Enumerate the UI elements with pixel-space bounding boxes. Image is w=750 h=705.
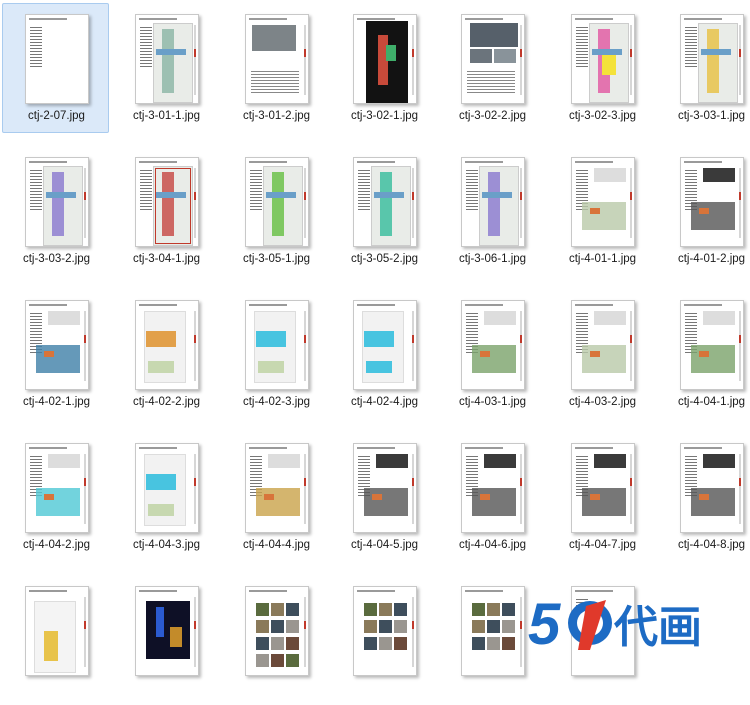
file-thumbnail[interactable]: [353, 14, 417, 104]
file-thumbnail[interactable]: [461, 157, 525, 247]
file-tile[interactable]: ctj-3-02-2.jpg: [438, 3, 545, 133]
watermark-logo: 5 代画: [528, 588, 718, 658]
file-name-label[interactable]: ctj-4-01-2.jpg: [658, 253, 750, 265]
file-tile[interactable]: ctj-3-04-1.jpg: [112, 146, 219, 276]
file-tile[interactable]: ctj-4-02-1.jpg: [2, 289, 109, 419]
file-tile[interactable]: ctj-4-04-4.jpg: [222, 432, 329, 562]
file-tile[interactable]: ctj-4-02-3.jpg: [222, 289, 329, 419]
file-name-label[interactable]: ctj-4-02-2.jpg: [113, 396, 220, 408]
file-name-label[interactable]: ctj-3-06-1.jpg: [439, 253, 546, 265]
file-thumbnail[interactable]: [571, 157, 635, 247]
file-name-label[interactable]: ctj-3-02-1.jpg: [331, 110, 438, 122]
file-tile[interactable]: ctj-4-03-2.jpg: [548, 289, 655, 419]
file-thumbnail[interactable]: [571, 443, 635, 533]
file-name-label[interactable]: ctj-4-01-1.jpg: [549, 253, 656, 265]
file-tile[interactable]: [222, 575, 329, 705]
file-thumbnail[interactable]: [25, 443, 89, 533]
file-thumbnail[interactable]: [680, 443, 744, 533]
file-name-label[interactable]: ctj-4-04-4.jpg: [223, 539, 330, 551]
file-name-label[interactable]: ctj-3-02-2.jpg: [439, 110, 546, 122]
file-tile[interactable]: ctj-4-04-8.jpg: [657, 432, 750, 562]
file-name-label[interactable]: ctj-4-04-5.jpg: [331, 539, 438, 551]
file-thumbnail[interactable]: [353, 586, 417, 676]
file-tile[interactable]: ctj-3-05-1.jpg: [222, 146, 329, 276]
file-tile[interactable]: ctj-3-05-2.jpg: [330, 146, 437, 276]
file-tile[interactable]: ctj-3-03-1.jpg: [657, 3, 750, 133]
file-name-label[interactable]: ctj-3-01-1.jpg: [113, 110, 220, 122]
file-thumbnail[interactable]: [25, 157, 89, 247]
file-name-label[interactable]: ctj-3-02-3.jpg: [549, 110, 656, 122]
file-name-label[interactable]: ctj-4-03-2.jpg: [549, 396, 656, 408]
file-thumbnail[interactable]: [461, 14, 525, 104]
file-tile[interactable]: [330, 575, 437, 705]
file-thumbnail[interactable]: [135, 14, 199, 104]
file-thumbnail[interactable]: [461, 443, 525, 533]
file-thumbnail[interactable]: [680, 157, 744, 247]
file-thumbnail[interactable]: [135, 443, 199, 533]
file-thumbnail[interactable]: [353, 443, 417, 533]
file-thumbnail[interactable]: [353, 300, 417, 390]
file-thumbnail[interactable]: [135, 300, 199, 390]
file-thumbnail[interactable]: [571, 300, 635, 390]
file-tile[interactable]: ctj-4-04-1.jpg: [657, 289, 750, 419]
file-name-label[interactable]: ctj-4-04-7.jpg: [549, 539, 656, 551]
file-name-label[interactable]: ctj-4-04-2.jpg: [3, 539, 110, 551]
file-thumbnail[interactable]: [680, 300, 744, 390]
file-name-label[interactable]: ctj-4-02-1.jpg: [3, 396, 110, 408]
file-tile[interactable]: ctj-3-02-3.jpg: [548, 3, 655, 133]
file-name-label[interactable]: ctj-3-04-1.jpg: [113, 253, 220, 265]
file-thumbnail[interactable]: [245, 300, 309, 390]
file-tile[interactable]: [112, 575, 219, 705]
file-tile[interactable]: ctj-3-03-2.jpg: [2, 146, 109, 276]
file-name-label[interactable]: ctj-4-02-4.jpg: [331, 396, 438, 408]
file-thumbnail[interactable]: [135, 586, 199, 676]
file-thumbnail[interactable]: [135, 157, 199, 247]
file-name-label[interactable]: ctj-3-05-1.jpg: [223, 253, 330, 265]
file-thumbnail[interactable]: [245, 14, 309, 104]
file-thumbnail[interactable]: [25, 14, 89, 104]
file-name-label[interactable]: ctj-3-03-2.jpg: [3, 253, 110, 265]
file-name-label[interactable]: ctj-4-04-6.jpg: [439, 539, 546, 551]
file-name-label[interactable]: ctj-4-03-1.jpg: [439, 396, 546, 408]
file-tile[interactable]: ctj-4-04-3.jpg: [112, 432, 219, 562]
file-thumbnail[interactable]: [461, 300, 525, 390]
file-name-label[interactable]: ctj-2-07.jpg: [3, 110, 110, 122]
file-thumbnail[interactable]: [461, 586, 525, 676]
file-tile[interactable]: ctj-3-06-1.jpg: [438, 146, 545, 276]
file-tile[interactable]: ctj-3-02-1.jpg: [330, 3, 437, 133]
file-tile[interactable]: ctj-4-04-7.jpg: [548, 432, 655, 562]
file-thumbnail[interactable]: [245, 586, 309, 676]
file-thumbnail[interactable]: [353, 157, 417, 247]
file-name-label[interactable]: ctj-3-05-2.jpg: [331, 253, 438, 265]
file-tile[interactable]: ctj-4-04-2.jpg: [2, 432, 109, 562]
file-tile[interactable]: ctj-4-01-1.jpg: [548, 146, 655, 276]
file-tile[interactable]: ctj-3-01-1.jpg: [112, 3, 219, 133]
file-tile[interactable]: ctj-4-04-6.jpg: [438, 432, 545, 562]
file-grid: ctj-2-07.jpg ctj-3-01-1.jpg ctj-3-01-2.jpg…: [0, 0, 750, 681]
file-tile[interactable]: ctj-4-02-2.jpg: [112, 289, 219, 419]
file-tile[interactable]: ctj-4-04-5.jpg: [330, 432, 437, 562]
svg-text:代画: 代画: [613, 602, 702, 653]
file-tile[interactable]: ctj-2-07.jpg: [2, 3, 109, 133]
file-tile[interactable]: ctj-4-02-4.jpg: [330, 289, 437, 419]
file-name-label[interactable]: ctj-4-04-8.jpg: [658, 539, 750, 551]
file-name-label[interactable]: ctj-3-01-2.jpg: [223, 110, 330, 122]
file-name-label[interactable]: ctj-4-02-3.jpg: [223, 396, 330, 408]
file-thumbnail[interactable]: [245, 157, 309, 247]
file-tile[interactable]: ctj-3-01-2.jpg: [222, 3, 329, 133]
file-thumbnail[interactable]: [245, 443, 309, 533]
file-thumbnail[interactable]: [571, 14, 635, 104]
file-name-label[interactable]: ctj-4-04-1.jpg: [658, 396, 750, 408]
file-thumbnail[interactable]: [25, 300, 89, 390]
file-thumbnail[interactable]: [25, 586, 89, 676]
file-thumbnail[interactable]: [680, 14, 744, 104]
file-name-label[interactable]: ctj-4-04-3.jpg: [113, 539, 220, 551]
file-tile[interactable]: ctj-4-01-2.jpg: [657, 146, 750, 276]
file-name-label[interactable]: ctj-3-03-1.jpg: [658, 110, 750, 122]
file-tile[interactable]: [2, 575, 109, 705]
file-tile[interactable]: ctj-4-03-1.jpg: [438, 289, 545, 419]
svg-text:5: 5: [528, 592, 561, 657]
